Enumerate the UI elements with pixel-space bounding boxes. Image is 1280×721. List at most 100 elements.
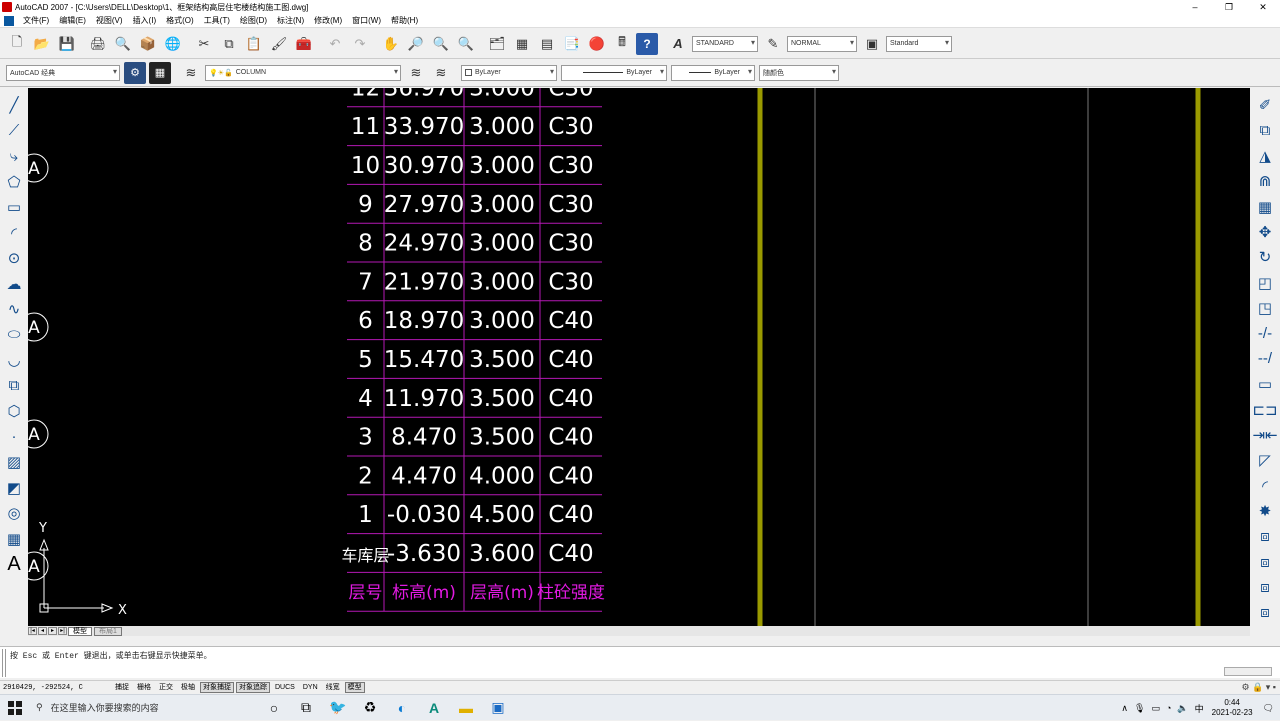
restore-button[interactable]: ❐ (1212, 0, 1246, 14)
array-icon[interactable]: ▦ (1253, 196, 1277, 218)
status-toggle-7[interactable]: DYN (300, 682, 321, 693)
menu-file[interactable]: 文件(F) (18, 15, 54, 26)
copy-object-icon[interactable]: ⧉ (1253, 119, 1277, 141)
tab-layout1[interactable]: 布局1 (94, 626, 122, 636)
tab-first-arrow-icon[interactable]: |◂ (28, 627, 37, 635)
network-icon[interactable]: ◔ (1166, 703, 1171, 713)
mirror-icon[interactable]: ◮ (1253, 145, 1277, 167)
make-block-icon[interactable]: ⬡ (3, 400, 25, 422)
command-scrollbar[interactable] (1224, 667, 1272, 676)
menu-modify[interactable]: 修改(M) (309, 15, 347, 26)
plot-preview-icon[interactable]: 🔍 (112, 33, 134, 55)
ime-indicator[interactable]: 中 (1195, 702, 1204, 715)
tab-last-arrow-icon[interactable]: ▸| (58, 627, 67, 635)
tool-palettes-icon[interactable]: ▤ (536, 33, 558, 55)
chamfer-icon[interactable]: ◸ (1253, 449, 1277, 471)
break-icon[interactable]: ⊏⊐ (1252, 399, 1277, 421)
plot-style-combo[interactable]: 随颜色 (759, 64, 839, 81)
file-explorer-icon[interactable]: ▬ (450, 695, 482, 721)
windows-start-icon[interactable] (0, 695, 30, 721)
tab-next-arrow-icon[interactable]: ▸ (48, 627, 57, 635)
workspace-settings-icon[interactable]: ⚙ (124, 61, 146, 84)
calculator-icon[interactable]: 🖩 (611, 33, 633, 55)
notification-icon[interactable]: 🗨 (1263, 703, 1274, 714)
gradient-icon[interactable]: ◩ (3, 477, 25, 499)
draw-order-above-icon[interactable]: ⧈ (1253, 576, 1277, 598)
table-icon[interactable]: ▦ (3, 528, 25, 550)
app-icon-refresh[interactable]: ♻ (354, 695, 386, 721)
stretch-icon[interactable]: ◳ (1253, 297, 1277, 319)
sheet-set-icon[interactable]: 📑 (561, 33, 583, 55)
region-icon[interactable]: ◎ (3, 502, 25, 524)
taskbar-search[interactable]: ⚲ 在这里输入你要搜索的内容 (30, 695, 258, 721)
status-toggle-3[interactable]: 极轴 (178, 682, 198, 693)
break-at-point-icon[interactable]: ▭ (1253, 373, 1277, 395)
menu-window[interactable]: 窗口(W) (347, 15, 386, 26)
menu-view[interactable]: 视图(V) (91, 15, 128, 26)
block-editor-icon[interactable]: 🧰 (293, 33, 315, 55)
status-toggle-8[interactable]: 线宽 (323, 682, 343, 693)
ellipse-icon[interactable]: ⬭ (3, 324, 25, 346)
copy-icon[interactable]: ⧉ (218, 33, 240, 55)
paste-icon[interactable]: 📋 (243, 33, 265, 55)
drawing-canvas[interactable]: AAAA 12 36.970 3.000 C30 11 33.970 3.000 C30 10 3… (28, 88, 1250, 626)
menu-insert[interactable]: 插入(I) (128, 15, 162, 26)
insert-block-icon[interactable]: ⧉ (3, 375, 25, 397)
status-toggle-1[interactable]: 栅格 (134, 682, 154, 693)
make-current-layer-icon[interactable]: ≋ (405, 62, 427, 84)
cortana-icon[interactable]: ○ (258, 695, 290, 721)
draw-order-below-icon[interactable]: ⧈ (1253, 602, 1277, 624)
polygon-icon[interactable]: ⬠ (3, 171, 25, 193)
line-icon[interactable]: ╱ (3, 94, 25, 116)
move-icon[interactable]: ✥ (1253, 221, 1277, 243)
status-toggle-5[interactable]: 对象追踪 (236, 682, 270, 693)
trim-icon[interactable]: -/- (1253, 323, 1277, 345)
app-icon-a[interactable]: 🐦 (322, 695, 354, 721)
command-window-grip[interactable] (2, 649, 6, 677)
workspace-save-icon[interactable]: ▦ (149, 61, 171, 84)
photos-icon[interactable]: ▣ (482, 695, 514, 721)
open-file-icon[interactable]: 📂 (31, 33, 53, 55)
rectangle-icon[interactable]: ▭ (3, 196, 25, 218)
tray-chevron-icon[interactable]: ∧ (1121, 703, 1128, 714)
volume-icon[interactable]: 🔈 (1177, 703, 1188, 714)
fillet-icon[interactable]: ◜ (1253, 475, 1277, 497)
layer-manager-icon[interactable]: ≋ (180, 62, 202, 84)
save-icon[interactable]: 💾 (56, 33, 78, 55)
revision-cloud-icon[interactable]: ☁ (3, 273, 25, 295)
layer-combo[interactable]: 💡☀🔓 COLUMN (205, 64, 401, 81)
document-icon[interactable] (4, 15, 14, 26)
point-icon[interactable]: · (3, 426, 25, 448)
explode-icon[interactable]: ✸ (1253, 500, 1277, 522)
zoom-window-icon[interactable]: 🔍 (430, 33, 452, 55)
draw-order-back-icon[interactable]: ⧈ (1253, 551, 1277, 573)
command-window[interactable]: 按 Esc 或 Enter 键退出，或单击右键显示快捷菜单。 (0, 646, 1280, 678)
status-tray-icons[interactable]: ⚙ 🔒 ▾ ▪ (1242, 682, 1276, 693)
status-toggle-6[interactable]: DUCS (272, 682, 298, 693)
menu-tools[interactable]: 工具(T) (199, 15, 235, 26)
tab-model[interactable]: 模型 (68, 626, 92, 636)
arc-icon[interactable]: ◜ (3, 222, 25, 244)
status-toggle-4[interactable]: 对象捕捉 (200, 682, 234, 693)
text-style-icon[interactable]: A (667, 33, 689, 55)
zoom-previous-icon[interactable]: 🔍 (455, 33, 477, 55)
edge-browser-icon[interactable]: ◐ (386, 695, 418, 721)
dim-style-combo[interactable]: NORMAL (787, 35, 857, 52)
rotate-icon[interactable]: ↻ (1253, 246, 1277, 268)
microphone-icon[interactable]: 🎙 (1134, 703, 1145, 714)
linetype-combo[interactable]: ByLayer (561, 64, 667, 81)
markup-icon[interactable]: 🔴 (586, 33, 608, 55)
workspace-combo[interactable]: AutoCAD 经典 (6, 64, 120, 81)
minimize-button[interactable]: – (1178, 0, 1212, 14)
ellipse-arc-icon[interactable]: ◡ (3, 349, 25, 371)
undo-icon[interactable]: ↶ (324, 33, 346, 55)
join-icon[interactable]: ⇥⇤ (1252, 424, 1277, 446)
menu-format[interactable]: 格式(O) (161, 15, 199, 26)
scale-icon[interactable]: ◰ (1253, 272, 1277, 294)
cut-icon[interactable]: ✂ (193, 33, 215, 55)
help-icon[interactable]: ? (636, 32, 658, 55)
pan-icon[interactable]: ✋ (380, 33, 402, 55)
menu-draw[interactable]: 绘图(D) (235, 15, 272, 26)
hatch-icon[interactable]: ▨ (3, 451, 25, 473)
web-icon[interactable]: 🌐 (162, 33, 184, 55)
